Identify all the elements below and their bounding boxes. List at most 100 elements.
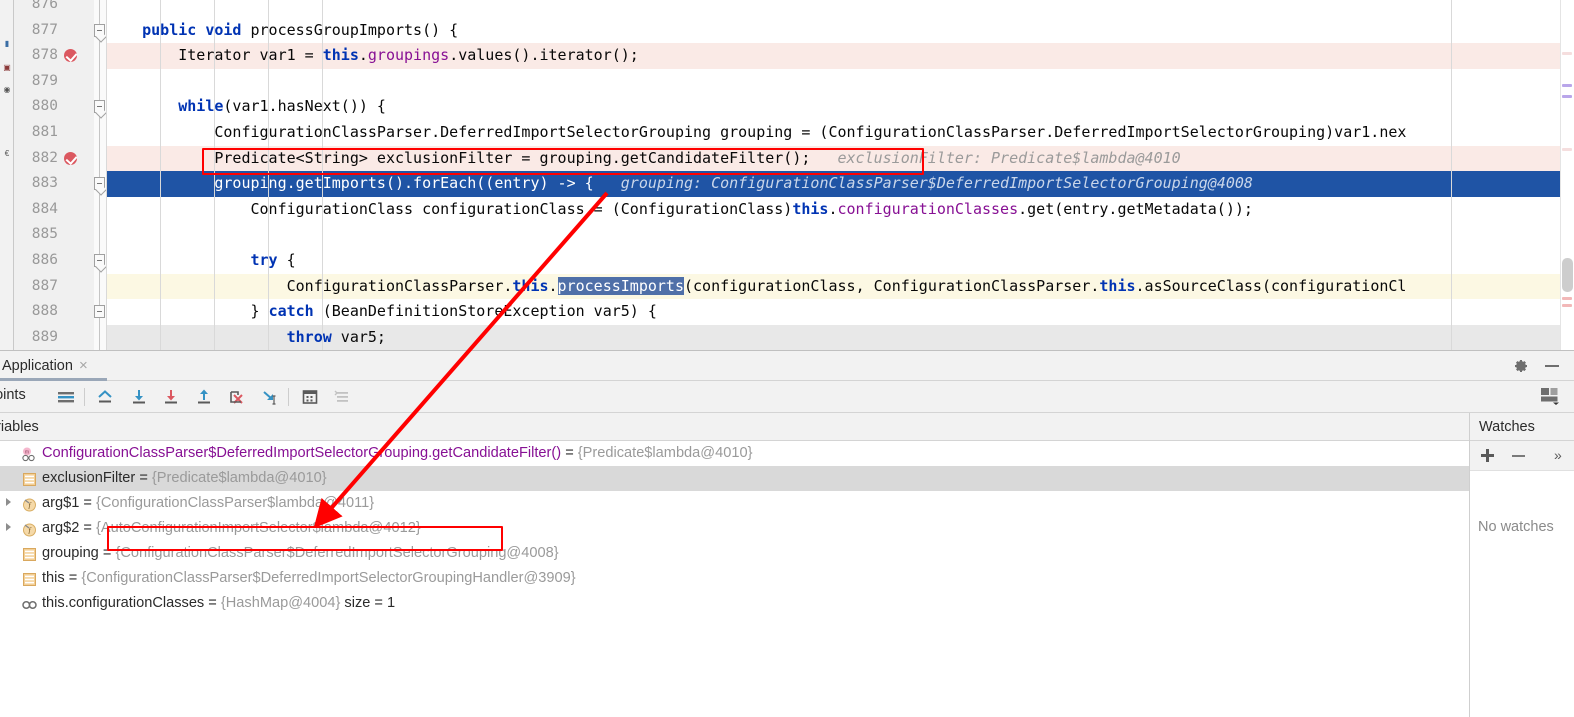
strip-icon-2[interactable]: ▣ xyxy=(1,62,13,74)
gutter-line[interactable]: 884 xyxy=(14,197,94,223)
strip-icon-4[interactable]: € xyxy=(1,148,13,160)
watches-panel[interactable]: » No watches xyxy=(1470,441,1574,717)
chevron-right-icon[interactable] xyxy=(6,498,11,506)
indent-guide xyxy=(160,0,161,350)
code-fold-toggle[interactable] xyxy=(94,177,105,191)
gear-icon[interactable] xyxy=(1513,358,1529,374)
fold-column[interactable] xyxy=(94,0,106,350)
gutter-line[interactable]: 881 xyxy=(14,120,94,146)
variable-size: size = 1 xyxy=(340,595,396,611)
breakpoints-label[interactable]: points xyxy=(0,387,26,403)
variable-row[interactable]: f arg$1 = {ConfigurationClassParser$lamb… xyxy=(0,491,1469,516)
code-line[interactable] xyxy=(106,222,1574,248)
more-options-icon[interactable]: » xyxy=(1554,447,1562,463)
drop-frame-icon[interactable] xyxy=(227,388,245,406)
breakpoint-icon[interactable] xyxy=(64,49,77,63)
field-variable-icon: f xyxy=(22,496,37,512)
show-execution-point-icon[interactable] xyxy=(96,388,114,406)
code-token: . xyxy=(358,46,368,65)
mute-breakpoints-icon[interactable] xyxy=(57,388,75,406)
remove-watch-button[interactable] xyxy=(1512,455,1525,457)
code-token: ConfigurationClassParser.DeferredImportS… xyxy=(106,123,1407,141)
code-line[interactable]: ConfigurationClassParser.this.processImp… xyxy=(106,273,1574,300)
step-into-icon[interactable] xyxy=(162,388,180,406)
variable-text: ConfigurationClassParser$DeferredImportS… xyxy=(42,441,752,466)
scrollbar-marker[interactable] xyxy=(1562,148,1572,151)
code-line[interactable]: ConfigurationClass configurationClass = … xyxy=(106,197,1574,223)
close-icon[interactable]: × xyxy=(79,357,88,374)
code-line[interactable]: } catch (BeanDefinitionStoreException va… xyxy=(106,299,1574,325)
gutter-line[interactable]: 885 xyxy=(14,222,94,248)
tab-application-label: Application xyxy=(2,358,73,374)
variable-text: grouping = {ConfigurationClassParser$Def… xyxy=(42,541,559,566)
code-fold-toggle[interactable] xyxy=(94,254,105,267)
code-line[interactable] xyxy=(106,0,1574,18)
scrollbar-marker[interactable] xyxy=(1562,304,1572,307)
code-line[interactable] xyxy=(106,69,1574,95)
gutter-line[interactable]: 880 xyxy=(14,94,94,120)
code-editor[interactable]: ▮ ▣ ◉ € 876 877 878 879 880 881 882 883 884 885 88… xyxy=(0,0,1574,350)
variable-equals: = xyxy=(79,495,96,511)
scrollbar-marker[interactable] xyxy=(1562,297,1572,300)
gutter-line[interactable]: 879 xyxy=(14,69,94,95)
scrollbar-marker[interactable] xyxy=(1562,95,1572,98)
variable-row[interactable]: this = {ConfigurationClassParser$Deferre… xyxy=(0,566,1469,591)
strip-icon-3[interactable]: ◉ xyxy=(1,84,13,96)
chevron-right-icon[interactable] xyxy=(6,523,11,531)
gutter-line[interactable]: 883 xyxy=(14,171,94,197)
scrollbar-thumb[interactable] xyxy=(1562,258,1573,292)
line-number: 886 xyxy=(31,252,58,268)
variables-tree[interactable]: m ConfigurationClassParser$DeferredImpor… xyxy=(0,441,1469,717)
code-line[interactable]: Predicate<String> exclusionFilter = grou… xyxy=(106,145,1574,172)
step-over-icon[interactable] xyxy=(130,388,148,406)
code-line[interactable]: ConfigurationClassParser.DeferredImportS… xyxy=(106,120,1574,146)
scrollbar-marker[interactable] xyxy=(1562,84,1572,87)
code-line[interactable]: throw var5; xyxy=(106,324,1574,350)
code-line[interactable]: try { xyxy=(106,248,1574,274)
minimize-icon[interactable] xyxy=(1545,365,1559,367)
code-token: (configurationClass, ConfigurationClassP… xyxy=(683,276,1100,295)
breakpoint-icon[interactable] xyxy=(64,151,77,165)
scrollbar-marker[interactable] xyxy=(1562,52,1572,55)
gutter-line[interactable]: 876 xyxy=(14,0,94,18)
local-variable-icon xyxy=(22,471,37,486)
code-line[interactable]: Iterator var1 = this.groupings.values().… xyxy=(106,43,1574,69)
line-number: 885 xyxy=(31,226,58,243)
gutter-line[interactable]: 889 xyxy=(14,325,94,350)
code-line[interactable]: while(var1.hasNext()) { xyxy=(106,94,1574,120)
code-fold-toggle[interactable] xyxy=(94,305,105,319)
code-line[interactable]: public void processGroupImports() { xyxy=(106,18,1574,44)
gutter-line[interactable]: 887 xyxy=(14,274,94,300)
settings-list-icon[interactable] xyxy=(333,388,351,406)
code-fold-toggle[interactable] xyxy=(94,100,105,114)
variable-row[interactable]: exclusionFilter = {Predicate$lambda@4010… xyxy=(0,466,1469,491)
editor-scrollbar[interactable] xyxy=(1560,0,1574,350)
variable-row[interactable]: f arg$2 = {AutoConfigurationImportSelect… xyxy=(0,516,1469,541)
editor-gutter[interactable]: 876 877 878 879 880 881 882 883 884 885 886 887 888 8… xyxy=(14,0,94,350)
gutter-line[interactable]: 886 xyxy=(14,248,94,274)
gutter-line[interactable]: 888 xyxy=(14,299,94,325)
layout-settings-icon[interactable] xyxy=(1540,387,1560,405)
run-to-cursor-icon[interactable] xyxy=(261,388,279,406)
variable-name: arg$1 xyxy=(42,495,80,511)
evaluate-expression-icon[interactable] xyxy=(301,388,319,406)
line-number: 884 xyxy=(31,200,58,217)
gutter-line[interactable]: 877 xyxy=(14,18,94,44)
variable-row[interactable]: grouping = {ConfigurationClassParser$Def… xyxy=(0,541,1469,566)
variable-text: this.configurationClasses = {HashMap@400… xyxy=(42,591,395,616)
variable-name: this.configurationClasses xyxy=(42,595,205,611)
code-fold-toggle[interactable] xyxy=(94,23,105,37)
add-watch-button[interactable] xyxy=(1480,448,1495,463)
code-text-area[interactable]: public void processGroupImports() { Iter… xyxy=(106,0,1574,350)
tab-application[interactable]: Application × xyxy=(0,351,98,381)
variable-row[interactable]: this.configurationClasses = {HashMap@400… xyxy=(0,591,1469,616)
step-out-icon[interactable] xyxy=(195,388,213,406)
variable-equals: = xyxy=(135,470,152,486)
gutter-line[interactable]: 882 xyxy=(14,146,94,172)
code-line[interactable]: grouping.getImports().forEach((entry) ->… xyxy=(106,171,1574,197)
strip-icon-1[interactable]: ▮ xyxy=(1,38,13,50)
left-tool-strip[interactable]: ▮ ▣ ◉ € xyxy=(0,0,14,350)
code-token: public xyxy=(142,20,197,39)
variable-row[interactable]: m ConfigurationClassParser$DeferredImpor… xyxy=(0,441,1469,466)
gutter-line[interactable]: 878 xyxy=(14,43,94,69)
